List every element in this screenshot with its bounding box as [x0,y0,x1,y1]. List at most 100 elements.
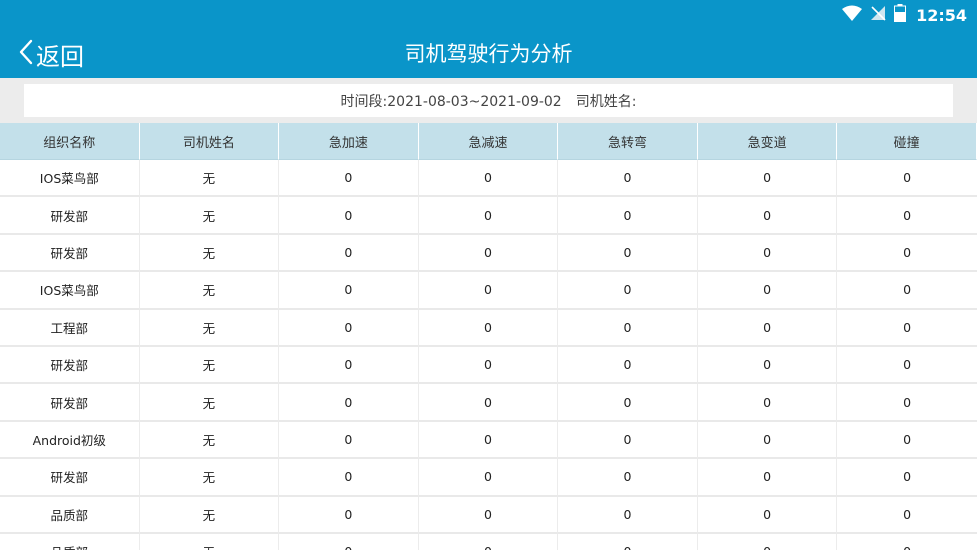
cell-driver-name: 无 [139,533,280,550]
cell-hard-acceleration: 0 [279,160,419,198]
behavior-table: 组织名称 司机姓名 急加速 急减速 急转弯 急变道 碰撞 IOS菜鸟部无 0 0 0 0… [0,123,977,550]
cell-org-name: 品质部 [0,533,140,550]
table-row[interactable]: 研发部无 0 0 0 0 0 [0,234,977,273]
cell-hard-acceleration: 0 [279,346,419,385]
cell-sharp-turn: 0 [558,234,698,273]
cell-hard-braking: 0 [418,197,559,235]
cell-collision: 0 [837,346,977,385]
cell-sharp-turn: 0 [558,346,698,385]
header-sharp-turn: 急转弯 [558,123,698,160]
cell-driver-name: 无 [139,272,280,310]
table-row[interactable]: Android初级无 0 0 0 0 0 [0,421,977,460]
cell-collision: 0 [837,197,977,235]
cell-collision: 0 [837,533,977,550]
cell-lane-change: 0 [697,197,838,235]
cell-hard-braking: 0 [418,309,559,347]
cell-hard-acceleration: 0 [279,234,419,273]
cell-org-name: 研发部 [0,459,140,497]
cell-hard-braking: 0 [418,533,559,550]
cell-collision: 0 [837,309,977,347]
cell-hard-acceleration: 0 [279,496,419,534]
cell-collision: 0 [837,459,977,497]
cell-org-name: IOS菜鸟部 [0,160,140,198]
header-collision: 碰撞 [837,123,977,160]
cell-driver-name: 无 [139,459,280,497]
cell-sharp-turn: 0 [558,533,698,550]
battery-icon [894,4,907,26]
cell-driver-name: 无 [139,234,280,273]
cell-hard-braking: 0 [418,496,559,534]
cell-lane-change: 0 [697,421,838,460]
cell-sharp-turn: 0 [558,309,698,347]
driver-name-label: 司机姓名: [575,93,637,110]
clock: 12:54 [916,5,967,25]
table-row[interactable]: 品质部无00000 [0,496,977,534]
cell-hard-acceleration: 0 [279,459,419,497]
header-org-name: 组织名称 [0,123,140,160]
cell-collision: 0 [837,384,977,422]
cell-hard-acceleration: 0 [279,197,419,235]
cell-sharp-turn: 0 [558,459,698,497]
cell-lane-change: 0 [697,234,838,273]
status-bar: 12:54 [842,4,967,26]
table-body: IOS菜鸟部无 0 0 0 0 0 研发部无 0 0 0 0 0 研发部无 0 0 0 0 0 IOS菜鸟部无 0 0 0… [0,160,977,550]
cell-lane-change: 0 [697,272,838,310]
cell-lane-change: 0 [697,459,838,497]
header-hard-acceleration: 急加速 [279,123,419,160]
cell-hard-acceleration: 0 [279,421,419,460]
cell-hard-braking: 0 [418,234,559,273]
cell-lane-change: 0 [697,384,838,422]
cell-driver-name: 无 [139,197,280,235]
cell-org-name: 研发部 [0,197,140,235]
cell-lane-change: 0 [697,496,838,534]
filter-bar: 时间段:2021-08-03~2021-09-02 司机姓名: [24,84,953,117]
cell-hard-braking: 0 [418,346,559,385]
cell-driver-name: 无 [139,160,280,198]
cell-sharp-turn: 0 [558,160,698,198]
header-driver-name: 司机姓名 [139,123,280,160]
table-row[interactable]: 工程部无 0 0 0 0 0 [0,309,977,347]
cell-lane-change: 0 [697,346,838,385]
table-row[interactable]: 研发部无 0 0 0 0 0 [0,346,977,385]
cell-org-name: IOS菜鸟部 [0,272,140,310]
cell-hard-braking: 0 [418,160,559,198]
cell-lane-change: 0 [697,160,838,198]
cell-hard-braking: 0 [418,421,559,460]
cell-hard-braking: 0 [418,384,559,422]
table-row[interactable]: 研发部无 0 0 0 0 0 [0,384,977,422]
cell-sharp-turn: 0 [558,272,698,310]
cell-org-name: 品质部 [0,496,140,534]
cell-collision: 0 [837,496,977,534]
wifi-icon [842,5,863,25]
cell-hard-acceleration: 0 [279,384,419,422]
cell-sharp-turn: 0 [558,421,698,460]
cell-org-name: Android初级 [0,421,140,460]
period-text: 时间段:2021-08-03~2021-09-02 [340,93,562,110]
cell-driver-name: 无 [139,384,280,422]
table-row[interactable]: 研发部无 0 0 0 0 0 [0,197,977,235]
cell-driver-name: 无 [139,346,280,385]
cell-driver-name: 无 [139,496,280,534]
cell-collision: 0 [837,234,977,273]
no-signal-icon [870,5,886,25]
cell-collision: 0 [837,272,977,310]
cell-collision: 0 [837,160,977,198]
cell-hard-braking: 0 [418,459,559,497]
table-row[interactable]: 研发部无 0 0 0 0 0 [0,459,977,497]
cell-lane-change: 0 [697,309,838,347]
cell-hard-acceleration: 0 [279,533,419,550]
table-row[interactable]: 品质部无00000 [0,533,977,550]
cell-org-name: 研发部 [0,384,140,422]
cell-driver-name: 无 [139,421,280,460]
cell-org-name: 工程部 [0,309,140,347]
cell-org-name: 研发部 [0,234,140,273]
cell-driver-name: 无 [139,309,280,347]
table-row[interactable]: IOS菜鸟部无 0 0 0 0 0 [0,160,977,198]
header-hard-braking: 急减速 [418,123,559,160]
app-bar: 12:54 返回 司机驾驶行为分析 [0,0,977,78]
header-lane-change: 急变道 [697,123,838,160]
cell-org-name: 研发部 [0,346,140,385]
cell-hard-braking: 0 [418,272,559,310]
table-row[interactable]: IOS菜鸟部无 0 0 0 0 0 [0,272,977,310]
cell-sharp-turn: 0 [558,384,698,422]
